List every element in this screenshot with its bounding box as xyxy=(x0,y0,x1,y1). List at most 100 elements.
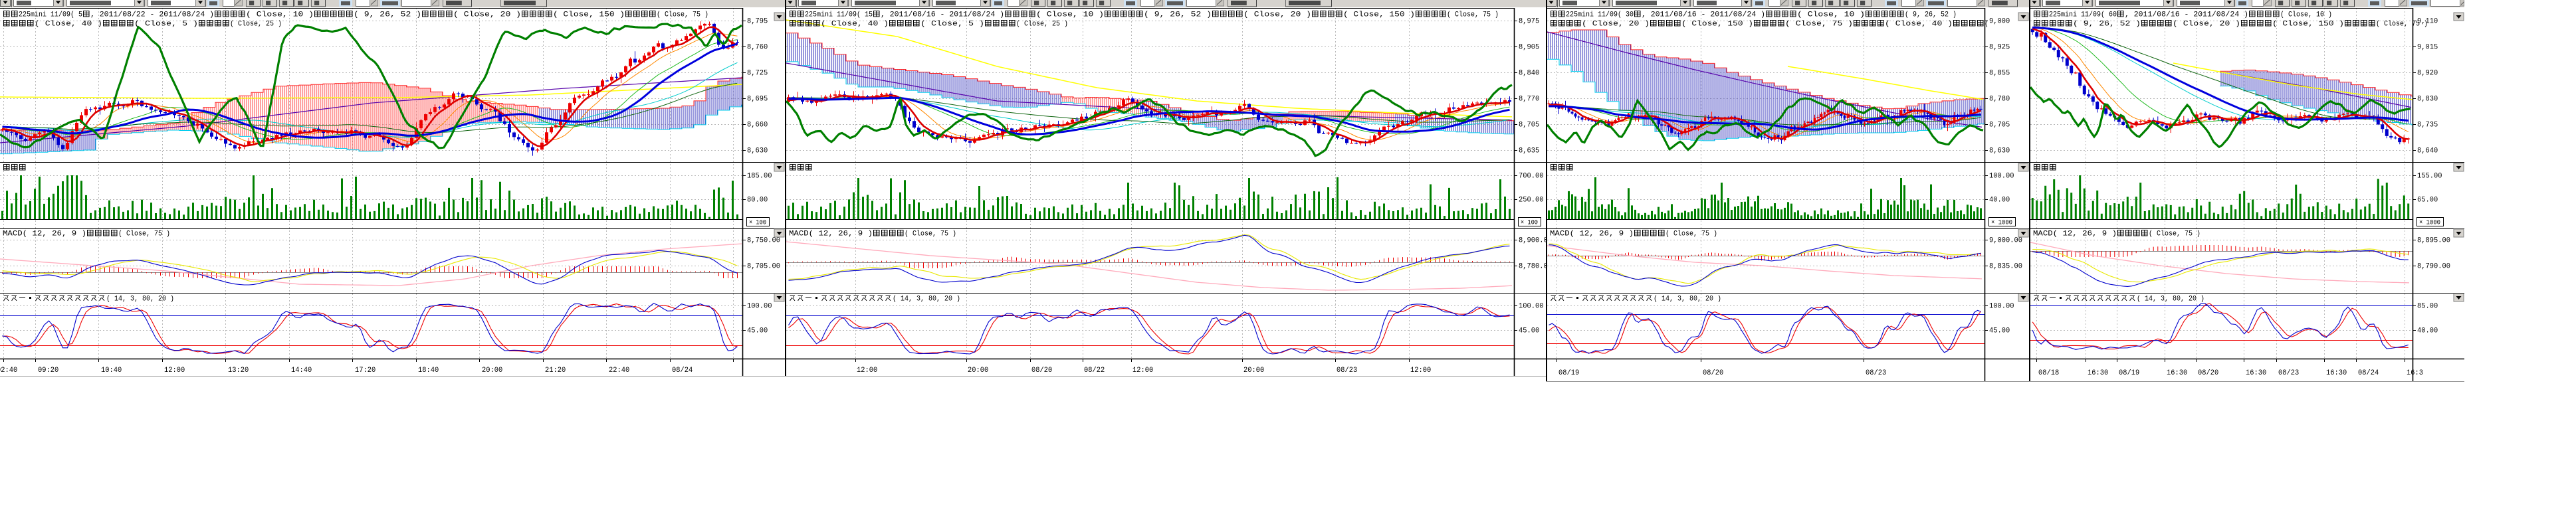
svg-text:12:00: 12:00 xyxy=(1132,367,1153,375)
svg-text:( 14, 3, 80, 20 ): ( 14, 3, 80, 20 ) xyxy=(2137,296,2204,303)
svg-text:12:00: 12:00 xyxy=(1410,367,1431,375)
svg-text:225mini 11/09( 30: 225mini 11/09( 30 xyxy=(1566,11,1634,19)
svg-text:155.00: 155.00 xyxy=(2417,173,2442,181)
svg-text:100.00: 100.00 xyxy=(1989,173,2014,181)
svg-text:8,640: 8,640 xyxy=(2417,147,2438,155)
svg-text:( Close, 20 ): ( Close, 20 ) xyxy=(1243,11,1311,19)
svg-text:( Close, 75 ): ( Close, 75 ) xyxy=(905,230,956,238)
svg-text:8,760: 8,760 xyxy=(747,44,768,52)
svg-text:22:40: 22:40 xyxy=(609,367,629,375)
svg-text:( 9, 26, 52 ): ( 9, 26, 52 ) xyxy=(1144,11,1212,19)
svg-text:( 9, 26, 52 ): ( 9, 26, 52 ) xyxy=(1905,11,1957,19)
svg-text:( 9, 26, 52 ): ( 9, 26, 52 ) xyxy=(354,11,421,19)
svg-text:( Close, 40 ): ( Close, 40 ) xyxy=(821,21,889,29)
svg-text:( Close, 25 ): ( Close, 25 ) xyxy=(230,21,282,29)
svg-text:( Close, 20 ): ( Close, 20 ) xyxy=(1582,21,1650,29)
svg-text:185.00: 185.00 xyxy=(747,173,772,181)
svg-text:8,735: 8,735 xyxy=(2417,122,2438,129)
svg-text:( Close, 10 ): ( Close, 10 ) xyxy=(2280,11,2332,19)
svg-text:45.00: 45.00 xyxy=(747,327,768,335)
svg-text:( Close, 10 ): ( Close, 10 ) xyxy=(1797,11,1865,19)
svg-text:16:30: 16:30 xyxy=(2167,369,2187,377)
svg-text:(: ( xyxy=(1985,21,1988,29)
svg-text:8,790.00: 8,790.00 xyxy=(2417,263,2450,271)
svg-text:21:20: 21:20 xyxy=(545,367,566,375)
svg-text:08/20: 08/20 xyxy=(1703,369,1723,377)
svg-text:08/22: 08/22 xyxy=(1084,367,1105,375)
svg-text:MACD( 12, 26, 9 ): MACD( 12, 26, 9 ) xyxy=(1550,230,1634,238)
svg-text:08/23: 08/23 xyxy=(1337,367,1357,375)
svg-text:700.00: 700.00 xyxy=(1519,173,1544,181)
svg-text:, 2011/08/16 - 2011/08/24 ): , 2011/08/16 - 2011/08/24 ) xyxy=(1642,11,1765,19)
svg-text:20:00: 20:00 xyxy=(1243,367,1264,375)
svg-text:12:00: 12:00 xyxy=(164,367,185,375)
svg-text:45.00: 45.00 xyxy=(1989,327,2010,335)
svg-text:40.00: 40.00 xyxy=(2417,327,2438,335)
svg-text:16:30: 16:30 xyxy=(2326,369,2347,377)
svg-text:08/23: 08/23 xyxy=(2278,369,2299,377)
svg-text:8,725: 8,725 xyxy=(747,70,768,78)
svg-text:, 2011/08/22 - 2011/08/24 ): , 2011/08/22 - 2011/08/24 ) xyxy=(90,11,214,19)
svg-text:( Close, 40 ): ( Close, 40 ) xyxy=(1885,21,1953,29)
svg-text:100.00: 100.00 xyxy=(747,303,772,311)
svg-text:( Close, 150 ): ( Close, 150 ) xyxy=(553,11,625,19)
svg-text:× 1000: × 1000 xyxy=(1991,220,2012,227)
svg-text:20:00: 20:00 xyxy=(968,367,988,375)
svg-text:100.00: 100.00 xyxy=(1519,303,1544,311)
svg-text:( Close, 10 ): ( Close, 10 ) xyxy=(246,11,314,19)
svg-text:85.00: 85.00 xyxy=(2417,303,2438,311)
svg-text:( Close, 75 ): ( Close, 75 ) xyxy=(2149,230,2200,238)
svg-text:16:30: 16:30 xyxy=(2246,369,2266,377)
svg-text:8,705: 8,705 xyxy=(1989,122,2010,129)
svg-text:, 2011/08/16 - 2011/08/24 ): , 2011/08/16 - 2011/08/24 ) xyxy=(2125,11,2248,19)
svg-text:8,780: 8,780 xyxy=(1989,96,2010,104)
svg-text:8,705.00: 8,705.00 xyxy=(747,263,780,271)
svg-text:225mini 11/09( 60: 225mini 11/09( 60 xyxy=(2049,11,2117,19)
svg-text:18:40: 18:40 xyxy=(418,367,439,375)
svg-text:8,795: 8,795 xyxy=(747,18,768,26)
svg-text:08/24: 08/24 xyxy=(2358,369,2379,377)
svg-text:( Close, 10 ): ( Close, 10 ) xyxy=(1036,11,1104,19)
svg-text:08/18: 08/18 xyxy=(2038,369,2059,377)
svg-text:× 100: × 100 xyxy=(749,220,766,227)
svg-text:10:40: 10:40 xyxy=(101,367,122,375)
svg-text:8,630: 8,630 xyxy=(1989,147,2010,155)
svg-text:, 2011/08/16 - 2011/08/24 ): , 2011/08/16 - 2011/08/24 ) xyxy=(881,11,1004,19)
svg-text:( Close, 75 ): ( Close, 75 ) xyxy=(118,230,170,238)
svg-text:8,840: 8,840 xyxy=(1519,70,1539,78)
svg-text:9,000.00: 9,000.00 xyxy=(1989,237,2022,245)
svg-text:8,695: 8,695 xyxy=(747,96,768,104)
svg-text:8,830: 8,830 xyxy=(2417,96,2438,104)
svg-text:8,660: 8,660 xyxy=(747,122,768,129)
svg-text:( Close, 150 ): ( Close, 150 ) xyxy=(1681,21,1753,29)
svg-text:( Close, 150 ): ( Close, 150 ) xyxy=(2272,21,2344,29)
svg-text:( Close, 20 ): ( Close, 20 ) xyxy=(453,11,521,19)
svg-text:08/24: 08/24 xyxy=(672,367,693,375)
svg-text:( Close, 5 ): ( Close, 5 ) xyxy=(134,21,198,29)
svg-text:8,905: 8,905 xyxy=(1519,44,1539,52)
svg-text:225mini 11/09( 15: 225mini 11/09( 15 xyxy=(805,11,873,19)
svg-text:8,770: 8,770 xyxy=(1519,96,1539,104)
svg-text:45.00: 45.00 xyxy=(1519,327,1539,335)
svg-text:( 14, 3, 80, 20 ): ( 14, 3, 80, 20 ) xyxy=(106,296,174,303)
svg-text:( Close, 5 ): ( Close, 5 ) xyxy=(920,21,984,29)
svg-text:MACD( 12, 26, 9 ): MACD( 12, 26, 9 ) xyxy=(3,230,86,238)
svg-text:250.00: 250.00 xyxy=(1519,197,1544,205)
svg-text:8,635: 8,635 xyxy=(1519,147,1539,155)
svg-text:13:20: 13:20 xyxy=(228,367,249,375)
svg-text:( Close, 75 ): ( Close, 75 ) xyxy=(657,11,708,19)
svg-text:× 1000: × 1000 xyxy=(2419,220,2440,227)
svg-text:16:30: 16:30 xyxy=(2088,369,2108,377)
svg-text:( 9, 26, 52 ): ( 9, 26, 52 ) xyxy=(2073,21,2141,29)
svg-text:( Close, 150 ): ( Close, 150 ) xyxy=(1343,11,1415,19)
svg-text:8,975: 8,975 xyxy=(1519,18,1539,26)
svg-text:( Close, 75 ): ( Close, 75 ) xyxy=(1785,21,1853,29)
svg-text:× 100: × 100 xyxy=(1521,220,1538,227)
svg-text:08/19: 08/19 xyxy=(1558,369,1579,377)
svg-text:08/20: 08/20 xyxy=(2198,369,2218,377)
svg-text:17:20: 17:20 xyxy=(355,367,376,375)
svg-text:225mini 11/09( 5: 225mini 11/09( 5 xyxy=(19,11,82,19)
svg-text:( 14, 3, 80, 20 ): ( 14, 3, 80, 20 ) xyxy=(1654,296,1721,303)
svg-text:8,705: 8,705 xyxy=(1519,122,1539,129)
svg-text:( Close, 20 ): ( Close, 20 ) xyxy=(2173,21,2240,29)
